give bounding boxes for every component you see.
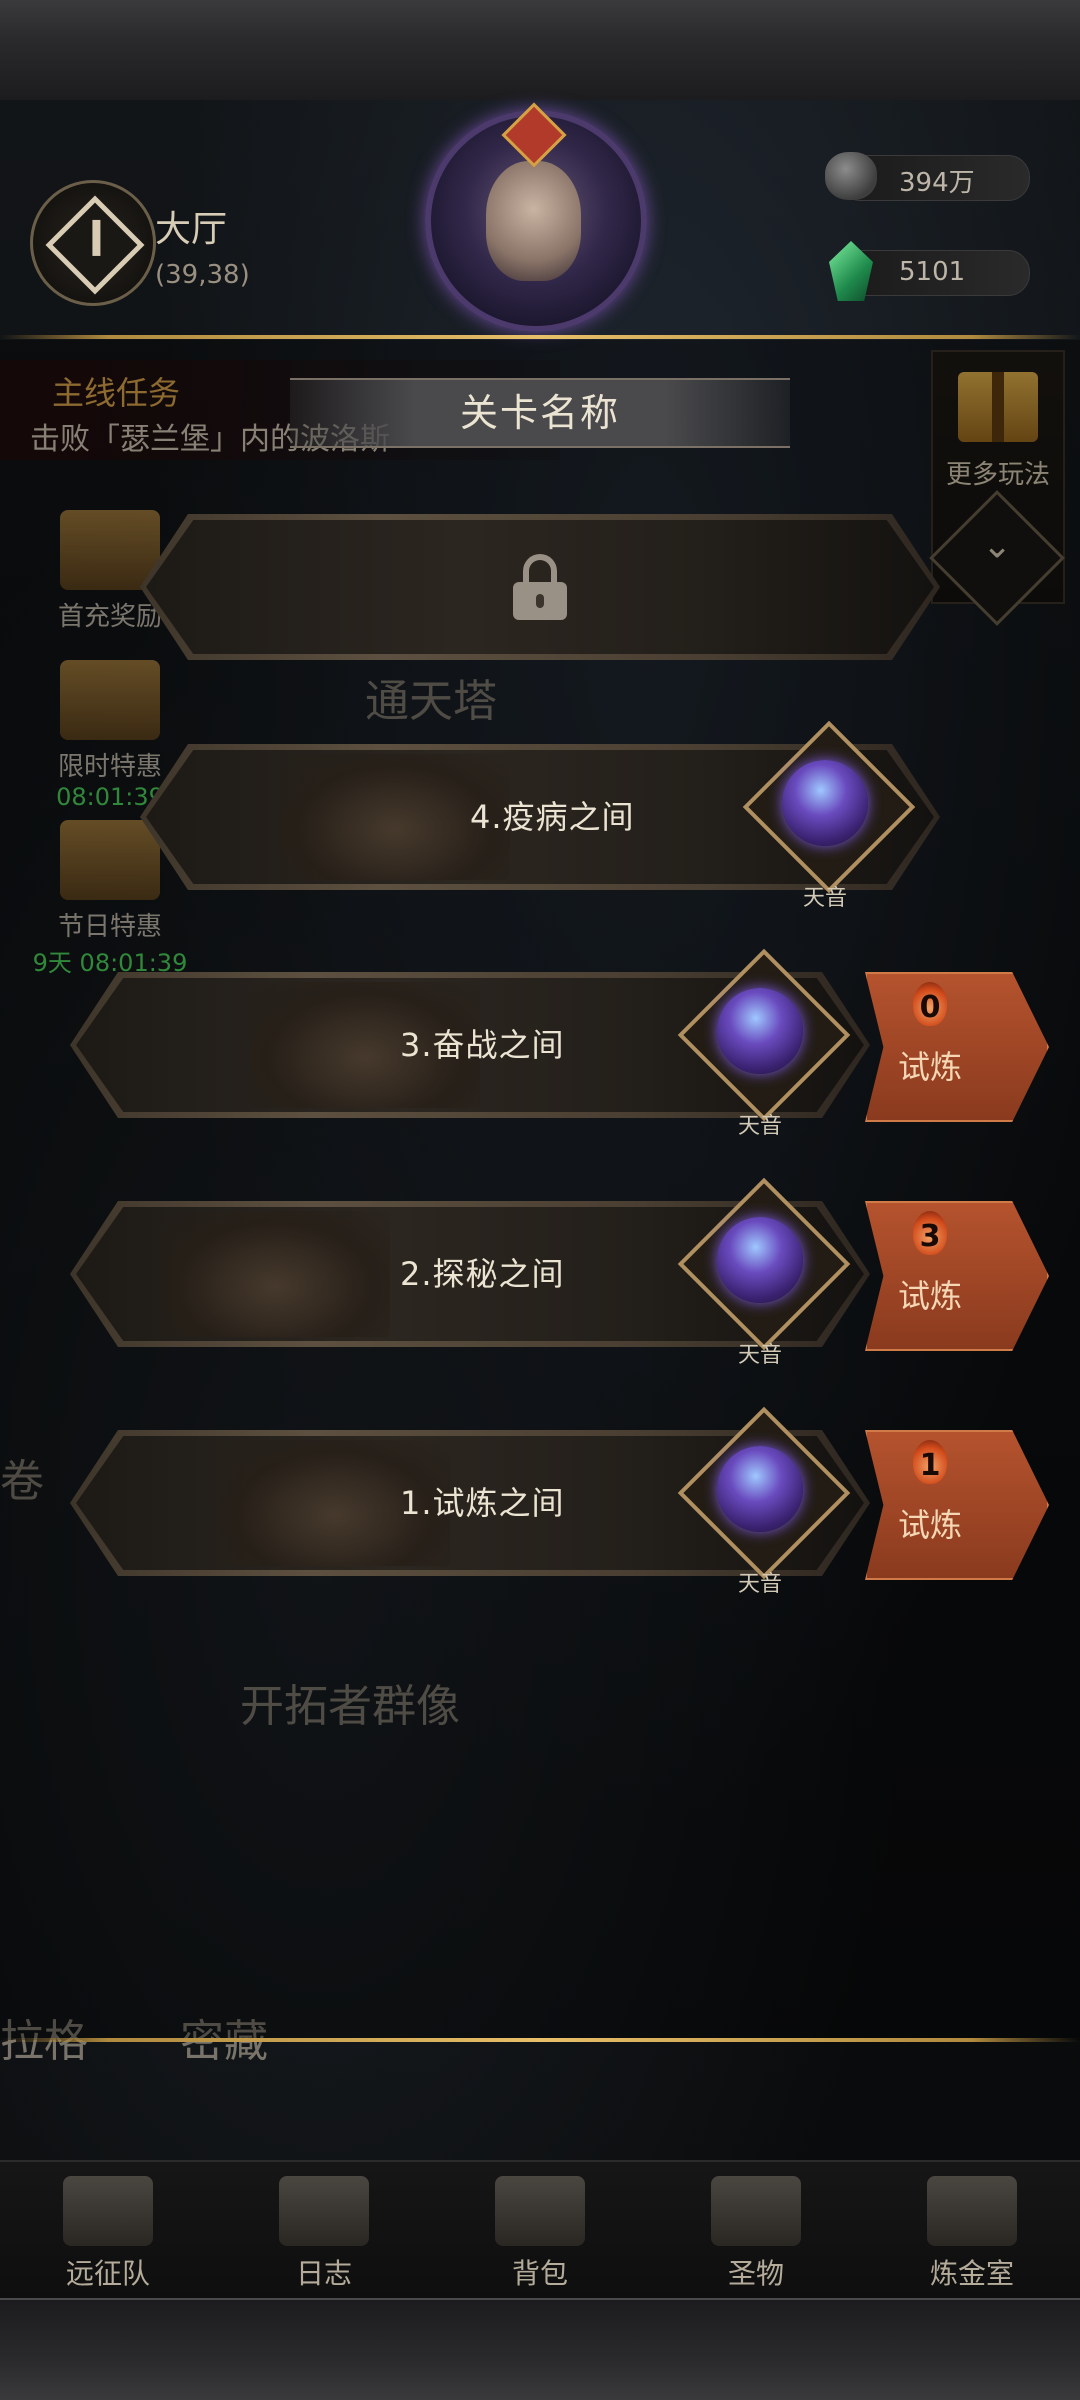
nav-label: 日志: [295, 2257, 352, 2290]
currency-gem[interactable]: 5101: [829, 241, 1030, 301]
trial-label: 试炼: [897, 1277, 962, 1315]
nav-relics[interactable]: 圣物: [648, 2162, 864, 2302]
boss-portrait[interactable]: 天音: [677, 1177, 851, 1368]
bottom-frame-border: [0, 2298, 1080, 2400]
currency-ore-value: 394万: [899, 168, 975, 198]
trial-count: 0: [919, 990, 941, 1025]
nav-label: 背包: [511, 2257, 568, 2290]
boss-icon: [717, 988, 803, 1074]
boss-icon: [782, 760, 868, 846]
currency-gem-value: 5101: [899, 257, 966, 287]
boss-icon: [717, 1217, 803, 1303]
boss-name: 天音: [737, 1114, 782, 1139]
boss-name: 天音: [802, 886, 847, 911]
stage-name: 2.探秘之间: [400, 1255, 565, 1293]
scroll-icon: [279, 2176, 369, 2246]
nav-expedition[interactable]: 远征队: [0, 2162, 216, 2302]
level-badge-icon: [501, 102, 567, 168]
divider-bottom: [0, 2038, 1080, 2042]
nav-label: 炼金室: [929, 2257, 1014, 2290]
trial-count: 3: [919, 1219, 941, 1254]
stage-dialog-title: 关卡名称: [290, 378, 790, 448]
avatar-portrait: [486, 161, 581, 281]
trial-label: 试炼: [897, 1048, 962, 1086]
torch-icon: [711, 2176, 801, 2246]
nav-journal[interactable]: 日志: [216, 2162, 432, 2302]
stage-artwork: [160, 1211, 390, 1337]
stage-locked[interactable]: [140, 514, 940, 660]
stage-name: 4.疫病之间: [470, 798, 635, 836]
trial-button[interactable]: 3 试炼: [865, 1201, 1049, 1351]
trial-label: 试炼: [897, 1506, 962, 1544]
bottom-nav: 远征队 日志 背包 圣物 炼金室: [0, 2160, 1080, 2302]
boss-icon: [717, 1446, 803, 1532]
location-name: 大厅: [155, 209, 228, 250]
currency-ore[interactable]: 394万: [825, 152, 1030, 201]
boss-portrait[interactable]: 天音: [677, 1406, 851, 1597]
nav-label: 远征队: [65, 2257, 150, 2290]
boss-name: 天音: [737, 1572, 782, 1597]
ore-icon: [825, 152, 877, 200]
nav-alchemy[interactable]: 炼金室: [864, 2162, 1080, 2302]
player-avatar[interactable]: [425, 102, 647, 332]
location-coordinates: (39,38): [155, 260, 250, 290]
boss-name: 天音: [737, 1343, 782, 1368]
trial-button[interactable]: 1 试炼: [865, 1430, 1049, 1580]
trial-count: 1: [919, 1448, 941, 1483]
stage-name: 1.试炼之间: [400, 1484, 565, 1522]
boss-portrait[interactable]: 天音: [742, 720, 916, 911]
alchemy-icon: [927, 2176, 1017, 2246]
lock-icon: [513, 554, 567, 620]
boss-portrait[interactable]: 天音: [677, 948, 851, 1139]
top-frame-border: [0, 0, 1080, 102]
stage-dialog-title-text: 关卡名称: [459, 391, 620, 435]
trial-button[interactable]: 0 试炼: [865, 972, 1049, 1122]
viking-helmet-icon: [63, 2176, 153, 2246]
divider-top: [0, 335, 1080, 339]
nav-backpack[interactable]: 背包: [432, 2162, 648, 2302]
backpack-icon: [495, 2176, 585, 2246]
nav-label: 圣物: [727, 2257, 784, 2290]
stage-name: 3.奋战之间: [400, 1026, 565, 1064]
